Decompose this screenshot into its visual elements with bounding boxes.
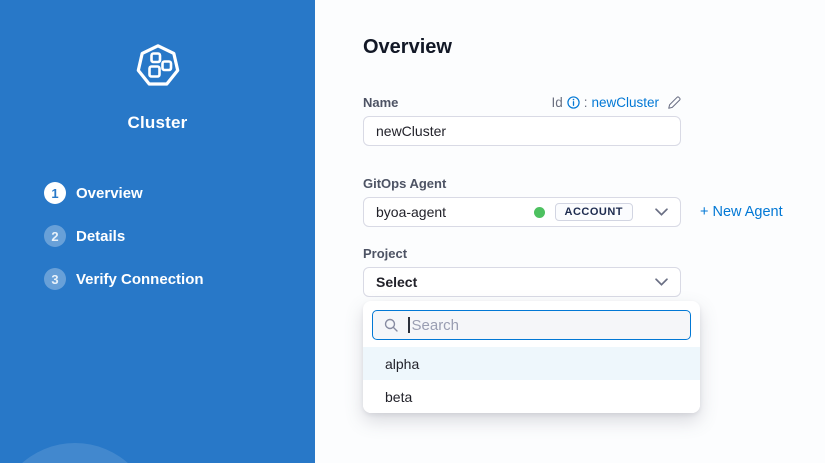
project-search-input[interactable]: Search: [372, 310, 691, 340]
project-dropdown: Search alpha beta: [363, 301, 700, 413]
agent-select[interactable]: byoa-agent ACCOUNT: [363, 197, 681, 227]
id-separator: :: [584, 95, 588, 110]
project-option-alpha[interactable]: alpha: [363, 347, 700, 380]
step-label: Details: [76, 228, 125, 245]
text-cursor: [408, 317, 410, 333]
overview-panel: Overview Name Id : newCluster: [315, 0, 825, 463]
project-select[interactable]: Select: [363, 267, 681, 297]
agent-field-block: GitOps Agent byoa-agent ACCOUNT + New: [363, 175, 825, 227]
name-label: Name: [363, 95, 398, 110]
name-field-block: Name Id : newCluster: [363, 95, 825, 146]
wizard-sidebar: Cluster 1 Overview 2 Details 3 Verify Co…: [0, 0, 315, 463]
step-number: 2: [44, 225, 66, 247]
project-option-beta[interactable]: beta: [363, 380, 700, 413]
project-selected-value: Select: [376, 274, 417, 290]
agent-selected-value: byoa-agent: [376, 204, 446, 220]
step-number: 3: [44, 268, 66, 290]
info-icon[interactable]: [567, 96, 580, 109]
cluster-icon: [134, 42, 182, 95]
edit-id-icon[interactable]: [667, 96, 681, 110]
step-verify-connection[interactable]: 3 Verify Connection: [44, 268, 204, 290]
wizard-steps: 1 Overview 2 Details 3 Verify Connection: [44, 182, 204, 311]
create-cluster-wizard: Cluster 1 Overview 2 Details 3 Verify Co…: [0, 0, 825, 463]
id-row: Id : newCluster: [551, 95, 681, 110]
wizard-title: Cluster: [0, 113, 315, 133]
chevron-down-icon: [655, 278, 668, 286]
step-overview[interactable]: 1 Overview: [44, 182, 204, 204]
agent-health-dot: [534, 207, 545, 218]
project-label: Project: [363, 246, 407, 261]
step-label: Verify Connection: [76, 271, 204, 288]
step-label: Overview: [76, 185, 143, 202]
chevron-down-icon: [655, 208, 668, 216]
id-prefix: Id: [551, 95, 562, 110]
step-number: 1: [44, 182, 66, 204]
search-placeholder: Search: [412, 317, 460, 334]
new-agent-link[interactable]: + New Agent: [700, 204, 783, 220]
cluster-name-input[interactable]: [363, 116, 681, 146]
agent-scope-badge: ACCOUNT: [555, 203, 634, 221]
id-value-link[interactable]: newCluster: [591, 95, 659, 110]
step-details[interactable]: 2 Details: [44, 225, 204, 247]
page-title: Overview: [363, 36, 825, 59]
project-field-block: Project Select: [363, 245, 825, 297]
agent-label: GitOps Agent: [363, 176, 446, 191]
search-icon: [383, 317, 399, 333]
